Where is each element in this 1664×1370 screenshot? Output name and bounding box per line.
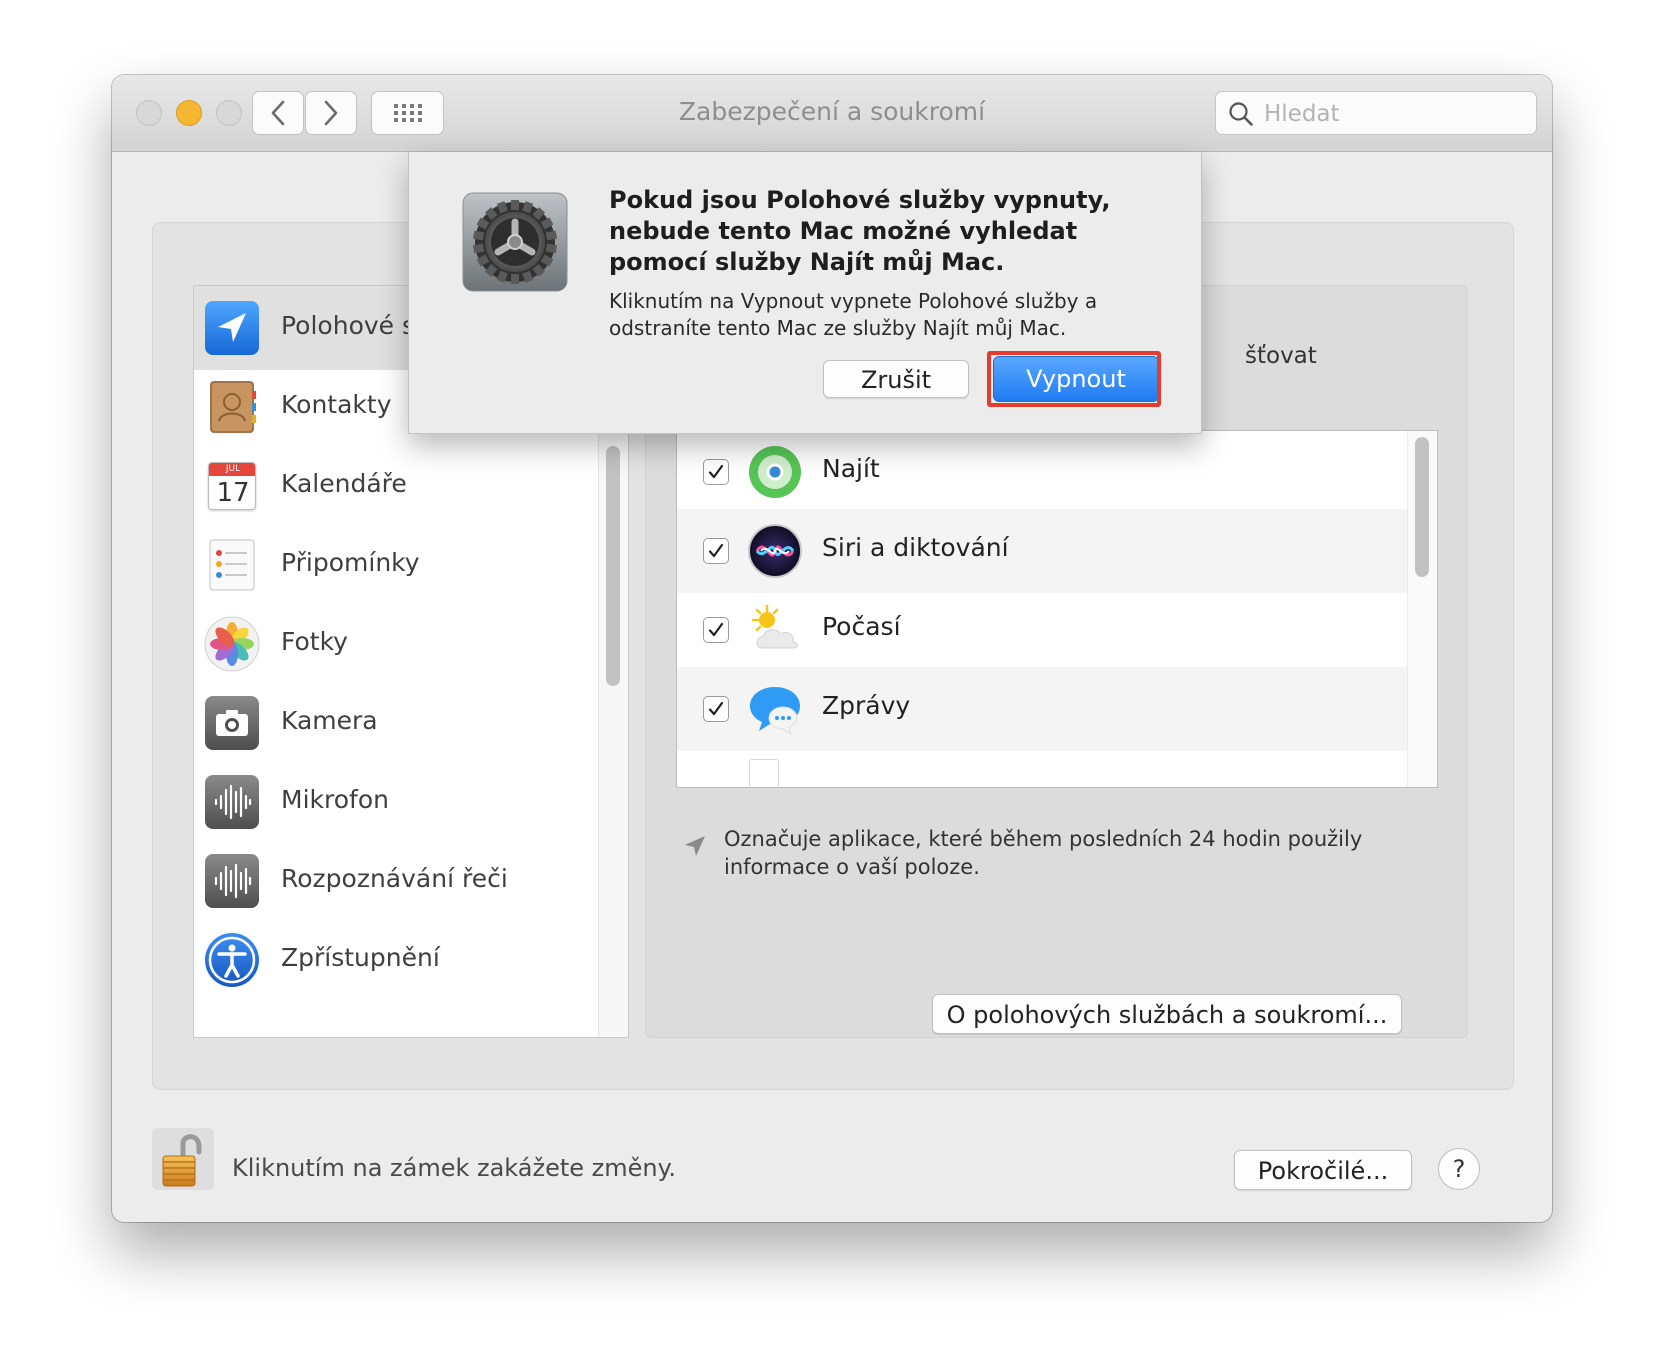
- sidebar-scroll-thumb[interactable]: [606, 446, 620, 686]
- app-list-scroll-thumb[interactable]: [1415, 437, 1429, 577]
- calendar-day: 17: [216, 478, 250, 508]
- sidebar-item-label: Kontakty: [281, 390, 392, 419]
- advanced-button[interactable]: Pokročilé...: [1234, 1150, 1412, 1190]
- alert-sheet: Pokud jsou Polohové služby vypnuty, nebu…: [408, 152, 1202, 434]
- forward-button[interactable]: [305, 91, 357, 135]
- contacts-icon: [204, 379, 260, 435]
- app-list[interactable]: Najít Siri a diktování Počasí Zprávy: [676, 430, 1438, 788]
- title-bar: Zabezpečení a soukromí: [112, 75, 1552, 152]
- sidebar-item-label: Kamera: [281, 706, 378, 735]
- app-label: Počasí: [822, 612, 901, 641]
- sidebar-item-camera[interactable]: Kamera: [194, 681, 598, 765]
- checkmark-icon: [708, 543, 724, 558]
- sidebar-item-calendars[interactable]: JUL 17 Kalendáře: [194, 444, 598, 528]
- chevron-right-icon: [324, 100, 338, 126]
- sidebar-item-label: Zpřístupnění: [281, 943, 440, 972]
- siri-checkbox[interactable]: [703, 538, 729, 564]
- microphone-icon: [204, 774, 260, 830]
- calendar-month: JUL: [209, 463, 255, 476]
- minimize-window-button[interactable]: [176, 100, 202, 126]
- list-item-siri[interactable]: Siri a diktování: [677, 509, 1407, 593]
- location-arrow-icon: [685, 836, 705, 856]
- grid-icon: [393, 104, 422, 122]
- partial-app-icon: [749, 759, 779, 787]
- cancel-button[interactable]: Zrušit: [823, 360, 969, 398]
- show-all-button[interactable]: [371, 91, 444, 135]
- app-label: Najít: [822, 454, 880, 483]
- preferences-window: Zabezpečení a soukromí Polohové s: [112, 75, 1552, 1222]
- sidebar-item-microphone[interactable]: Mikrofon: [194, 760, 598, 844]
- sidebar-item-label: Rozpoznávání řeči: [281, 864, 508, 893]
- unlocked-padlock-icon: [162, 1134, 202, 1187]
- speech-recognition-icon: [204, 853, 260, 909]
- search-input[interactable]: [1262, 99, 1526, 129]
- about-location-privacy-button[interactable]: O polohových službách a soukromí...: [932, 994, 1402, 1034]
- weather-icon: [747, 602, 803, 658]
- help-button[interactable]: ?: [1438, 1148, 1480, 1190]
- messages-icon: [747, 681, 803, 737]
- weather-checkbox[interactable]: [703, 617, 729, 643]
- search-icon: [1229, 102, 1253, 126]
- search-field[interactable]: [1215, 91, 1537, 135]
- calendar-icon: JUL 17: [204, 458, 260, 514]
- location-arrow-icon: [204, 300, 260, 356]
- lock-button[interactable]: [152, 1128, 214, 1190]
- alert-message: Kliknutím na Vypnout vypnete Polohové sl…: [609, 289, 1098, 340]
- sidebar-item-label: Připomínky: [281, 548, 420, 577]
- camera-icon: [204, 695, 260, 751]
- sidebar-item-label: Mikrofon: [281, 785, 389, 814]
- messages-checkbox[interactable]: [703, 696, 729, 722]
- sidebar-item-photos[interactable]: Fotky: [194, 602, 598, 686]
- back-button[interactable]: [252, 91, 304, 135]
- sidebar-item-reminders[interactable]: Připomínky: [194, 523, 598, 607]
- find-my-icon: [747, 444, 803, 500]
- list-item-find-my[interactable]: Najít: [677, 431, 1407, 514]
- app-label: Zprávy: [822, 691, 911, 720]
- checkmark-icon: [708, 464, 724, 479]
- siri-icon: [747, 523, 803, 579]
- alert-title: Pokud jsou Polohové služby vypnuty, nebu…: [609, 186, 1111, 276]
- turn-off-button[interactable]: Vypnout: [993, 356, 1159, 402]
- sidebar-item-label: Kalendáře: [281, 469, 407, 498]
- find-my-checkbox[interactable]: [703, 459, 729, 485]
- system-preferences-gear-icon: [462, 192, 568, 292]
- lock-status-text: Kliknutím na zámek zakážete změny.: [232, 1154, 677, 1182]
- checkmark-icon: [708, 622, 724, 637]
- list-item-weather[interactable]: Počasí: [677, 588, 1407, 672]
- location-usage-note: Označuje aplikace, které během posledníc…: [724, 827, 1363, 879]
- list-item-messages[interactable]: Zprávy: [677, 667, 1407, 751]
- sidebar-item-accessibility[interactable]: Zpřístupnění: [194, 918, 598, 1002]
- enable-location-label: šťovat: [1245, 343, 1317, 369]
- photos-icon: [204, 616, 260, 672]
- sidebar-item-label: Fotky: [281, 627, 348, 656]
- zoom-window-button[interactable]: [216, 100, 242, 126]
- close-window-button[interactable]: [136, 100, 162, 126]
- reminders-icon: [204, 537, 260, 593]
- accessibility-icon: [204, 932, 260, 988]
- sidebar-item-speech-recognition[interactable]: Rozpoznávání řeči: [194, 839, 598, 923]
- chevron-left-icon: [271, 100, 285, 126]
- window-title: Zabezpečení a soukromí: [678, 97, 986, 126]
- app-label: Siri a diktování: [822, 533, 1009, 562]
- sidebar-item-label: Polohové s: [281, 311, 416, 340]
- checkmark-icon: [708, 701, 724, 716]
